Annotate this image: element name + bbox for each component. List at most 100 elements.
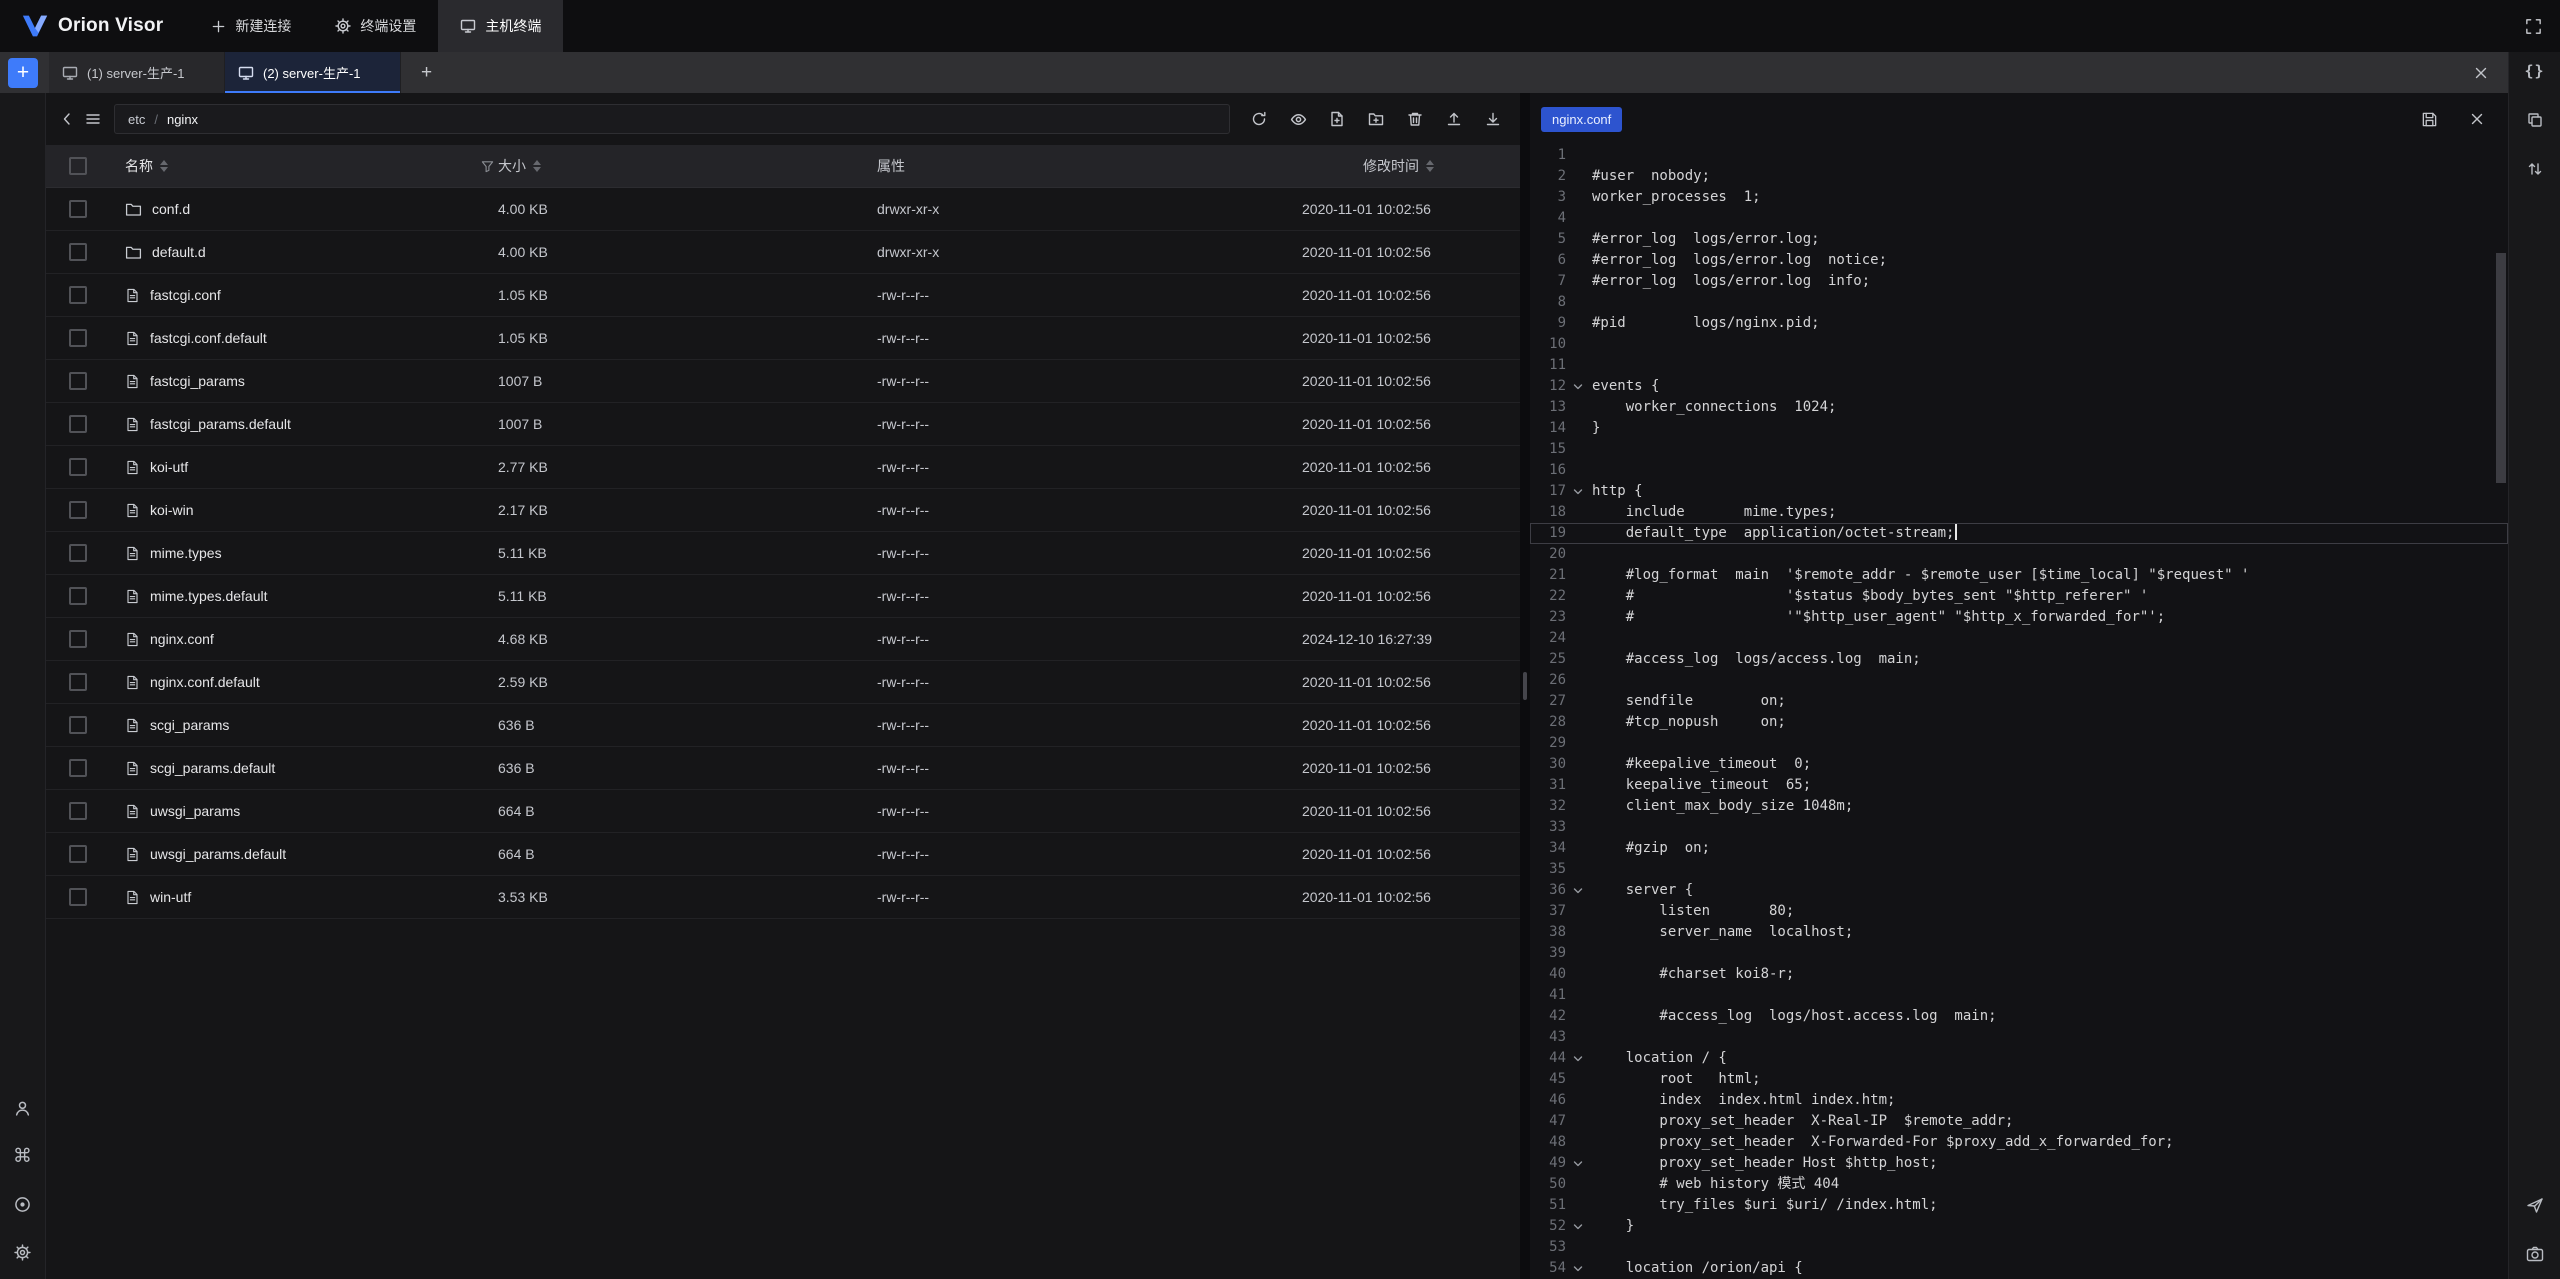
code-line[interactable]: 33 bbox=[1530, 817, 2508, 838]
fold-chevron-icon[interactable] bbox=[1572, 381, 1584, 393]
open-file-badge[interactable]: nginx.conf bbox=[1541, 107, 1622, 132]
command-icon[interactable]: ⌘ bbox=[9, 1142, 37, 1170]
table-row[interactable]: default.d4.00 KBdrwxr-xr-x2020-11-01 10:… bbox=[46, 231, 1520, 274]
code-line[interactable]: 24 bbox=[1530, 628, 2508, 649]
breadcrumb-item[interactable]: nginx bbox=[167, 112, 198, 127]
code-line[interactable]: 54 location /orion/api { bbox=[1530, 1258, 2508, 1279]
code-line[interactable]: 32 client_max_body_size 1048m; bbox=[1530, 796, 2508, 817]
new-connection-button[interactable]: + bbox=[8, 58, 38, 88]
panel-splitter[interactable] bbox=[1520, 93, 1530, 1279]
user-icon[interactable] bbox=[9, 1094, 37, 1122]
code-line[interactable]: 40 #charset koi8-r; bbox=[1530, 964, 2508, 985]
fold-chevron-icon[interactable] bbox=[1572, 1221, 1584, 1233]
download-icon[interactable] bbox=[1480, 106, 1506, 132]
code-line[interactable]: 37 listen 80; bbox=[1530, 901, 2508, 922]
code-line[interactable]: 53 bbox=[1530, 1237, 2508, 1258]
add-tab-button[interactable]: + bbox=[415, 62, 438, 84]
column-header-size[interactable]: 大小 bbox=[498, 156, 877, 176]
sort-icon[interactable] bbox=[533, 160, 541, 172]
row-checkbox[interactable] bbox=[69, 329, 87, 347]
menu-item-new-connection[interactable]: 新建连接 bbox=[189, 0, 313, 52]
save-icon[interactable] bbox=[2416, 106, 2442, 132]
fold-chevron-icon[interactable] bbox=[1572, 885, 1584, 897]
row-checkbox[interactable] bbox=[69, 501, 87, 519]
code-line[interactable]: 16 bbox=[1530, 460, 2508, 481]
code-line[interactable]: 21 #log_format main '$remote_addr - $rem… bbox=[1530, 565, 2508, 586]
code-line[interactable]: 9#pid logs/nginx.pid; bbox=[1530, 313, 2508, 334]
table-row[interactable]: nginx.conf4.68 KB-rw-r--r--2024-12-10 16… bbox=[46, 618, 1520, 661]
row-checkbox[interactable] bbox=[69, 630, 87, 648]
menu-item-terminal-settings[interactable]: 终端设置 bbox=[313, 0, 438, 52]
terminal-tab-2[interactable]: (2) server-生产-1 bbox=[225, 52, 401, 93]
code-line[interactable]: 36 server { bbox=[1530, 880, 2508, 901]
row-checkbox[interactable] bbox=[69, 759, 87, 777]
close-all-tabs-icon[interactable] bbox=[2474, 66, 2488, 80]
settings-gear-icon[interactable] bbox=[9, 1238, 37, 1266]
row-checkbox[interactable] bbox=[69, 243, 87, 261]
table-row[interactable]: fastcgi_params.default1007 B-rw-r--r--20… bbox=[46, 403, 1520, 446]
eye-icon[interactable] bbox=[1285, 106, 1311, 132]
column-header-attr[interactable]: 属性 bbox=[877, 156, 1302, 176]
table-row[interactable]: mime.types5.11 KB-rw-r--r--2020-11-01 10… bbox=[46, 532, 1520, 575]
code-line[interactable]: 3worker_processes 1; bbox=[1530, 187, 2508, 208]
fold-chevron-icon[interactable] bbox=[1572, 486, 1584, 498]
code-line[interactable]: 6#error_log logs/error.log notice; bbox=[1530, 250, 2508, 271]
code-line[interactable]: 15 bbox=[1530, 439, 2508, 460]
table-row[interactable]: koi-utf2.77 KB-rw-r--r--2020-11-01 10:02… bbox=[46, 446, 1520, 489]
table-row[interactable]: nginx.conf.default2.59 KB-rw-r--r--2020-… bbox=[46, 661, 1520, 704]
code-line[interactable]: 34 #gzip on; bbox=[1530, 838, 2508, 859]
transfer-icon[interactable] bbox=[2521, 155, 2549, 183]
code-line[interactable]: 20 bbox=[1530, 544, 2508, 565]
row-checkbox[interactable] bbox=[69, 286, 87, 304]
code-line[interactable]: 44 location / { bbox=[1530, 1048, 2508, 1069]
table-row[interactable]: scgi_params.default636 B-rw-r--r--2020-1… bbox=[46, 747, 1520, 790]
terminal-tab-1[interactable]: (1) server-生产-1 bbox=[49, 52, 225, 93]
row-checkbox[interactable] bbox=[69, 200, 87, 218]
row-checkbox[interactable] bbox=[69, 458, 87, 476]
code-line[interactable]: 10 bbox=[1530, 334, 2508, 355]
row-checkbox[interactable] bbox=[69, 716, 87, 734]
code-line[interactable]: 30 #keepalive_timeout 0; bbox=[1530, 754, 2508, 775]
code-line[interactable]: 17http { bbox=[1530, 481, 2508, 502]
fold-chevron-icon[interactable] bbox=[1572, 1263, 1584, 1275]
code-line[interactable]: 13 worker_connections 1024; bbox=[1530, 397, 2508, 418]
code-line[interactable]: 39 bbox=[1530, 943, 2508, 964]
code-line[interactable]: 52 } bbox=[1530, 1216, 2508, 1237]
row-checkbox[interactable] bbox=[69, 544, 87, 562]
table-row[interactable]: mime.types.default5.11 KB-rw-r--r--2020-… bbox=[46, 575, 1520, 618]
code-line[interactable]: 1 bbox=[1530, 145, 2508, 166]
close-editor-icon[interactable] bbox=[2464, 106, 2490, 132]
code-line[interactable]: 48 proxy_set_header X-Forwarded-For $pro… bbox=[1530, 1132, 2508, 1153]
code-line[interactable]: 23 # '"$http_user_agent" "$http_x_forwar… bbox=[1530, 607, 2508, 628]
code-line[interactable]: 25 #access_log logs/access.log main; bbox=[1530, 649, 2508, 670]
code-line[interactable]: 31 keepalive_timeout 65; bbox=[1530, 775, 2508, 796]
code-line[interactable]: 11 bbox=[1530, 355, 2508, 376]
row-checkbox[interactable] bbox=[69, 802, 87, 820]
table-row[interactable]: fastcgi_params1007 B-rw-r--r--2020-11-01… bbox=[46, 360, 1520, 403]
code-line[interactable]: 5#error_log logs/error.log; bbox=[1530, 229, 2508, 250]
code-line[interactable]: 27 sendfile on; bbox=[1530, 691, 2508, 712]
table-row[interactable]: fastcgi.conf1.05 KB-rw-r--r--2020-11-01 … bbox=[46, 274, 1520, 317]
table-row[interactable]: win-utf3.53 KB-rw-r--r--2020-11-01 10:02… bbox=[46, 876, 1520, 919]
code-line[interactable]: 22 # '$status $body_bytes_sent "$http_re… bbox=[1530, 586, 2508, 607]
refresh-icon[interactable] bbox=[1246, 106, 1272, 132]
delete-icon[interactable] bbox=[1402, 106, 1428, 132]
code-line[interactable]: 43 bbox=[1530, 1027, 2508, 1048]
screenshot-icon[interactable] bbox=[2521, 1240, 2549, 1268]
theme-icon[interactable] bbox=[9, 1190, 37, 1218]
code-line[interactable]: 42 #access_log logs/host.access.log main… bbox=[1530, 1006, 2508, 1027]
breadcrumb-item[interactable]: etc bbox=[128, 112, 145, 127]
select-all-checkbox[interactable] bbox=[69, 157, 87, 175]
menu-item-host-terminal[interactable]: 主机终端 bbox=[438, 0, 563, 52]
column-header-name[interactable]: 名称 bbox=[110, 156, 498, 176]
code-line[interactable]: 45 root html; bbox=[1530, 1069, 2508, 1090]
row-checkbox[interactable] bbox=[69, 415, 87, 433]
back-icon[interactable] bbox=[54, 106, 80, 132]
code-line[interactable]: 4 bbox=[1530, 208, 2508, 229]
fullscreen-icon[interactable] bbox=[2506, 0, 2560, 52]
code-line[interactable]: 41 bbox=[1530, 985, 2508, 1006]
list-view-icon[interactable] bbox=[80, 106, 106, 132]
send-command-icon[interactable] bbox=[2521, 1191, 2549, 1219]
code-line[interactable]: 12events { bbox=[1530, 376, 2508, 397]
new-file-icon[interactable] bbox=[1324, 106, 1350, 132]
